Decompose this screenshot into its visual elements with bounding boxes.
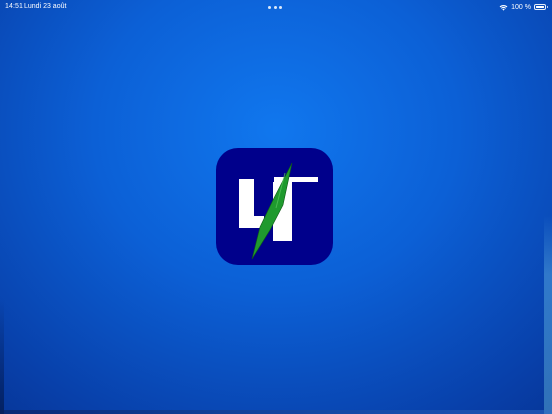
battery-fill (536, 6, 544, 8)
screen-edge-left (0, 300, 4, 414)
screen-edge-bottom (0, 410, 552, 414)
app-logo-icon (216, 148, 333, 265)
logo-letter-t-bar (274, 177, 318, 182)
wifi-icon (499, 4, 508, 11)
splash-screen: 14:51 Lundi 23 août 100 % (0, 0, 552, 414)
status-time: 14:51 (5, 3, 24, 10)
dot (268, 6, 271, 9)
battery-percentage: 100 % (511, 3, 531, 11)
status-bar: 14:51 Lundi 23 août 100 % (0, 0, 552, 14)
dot (273, 6, 277, 9)
multitasking-dots-icon[interactable] (268, 6, 282, 9)
dot (279, 6, 282, 9)
battery-icon (534, 4, 548, 10)
status-indicators: 100 % (499, 2, 548, 12)
status-date: Lundi 23 août (24, 3, 67, 10)
screen-edge-right (544, 215, 552, 414)
battery-tip (546, 6, 548, 8)
